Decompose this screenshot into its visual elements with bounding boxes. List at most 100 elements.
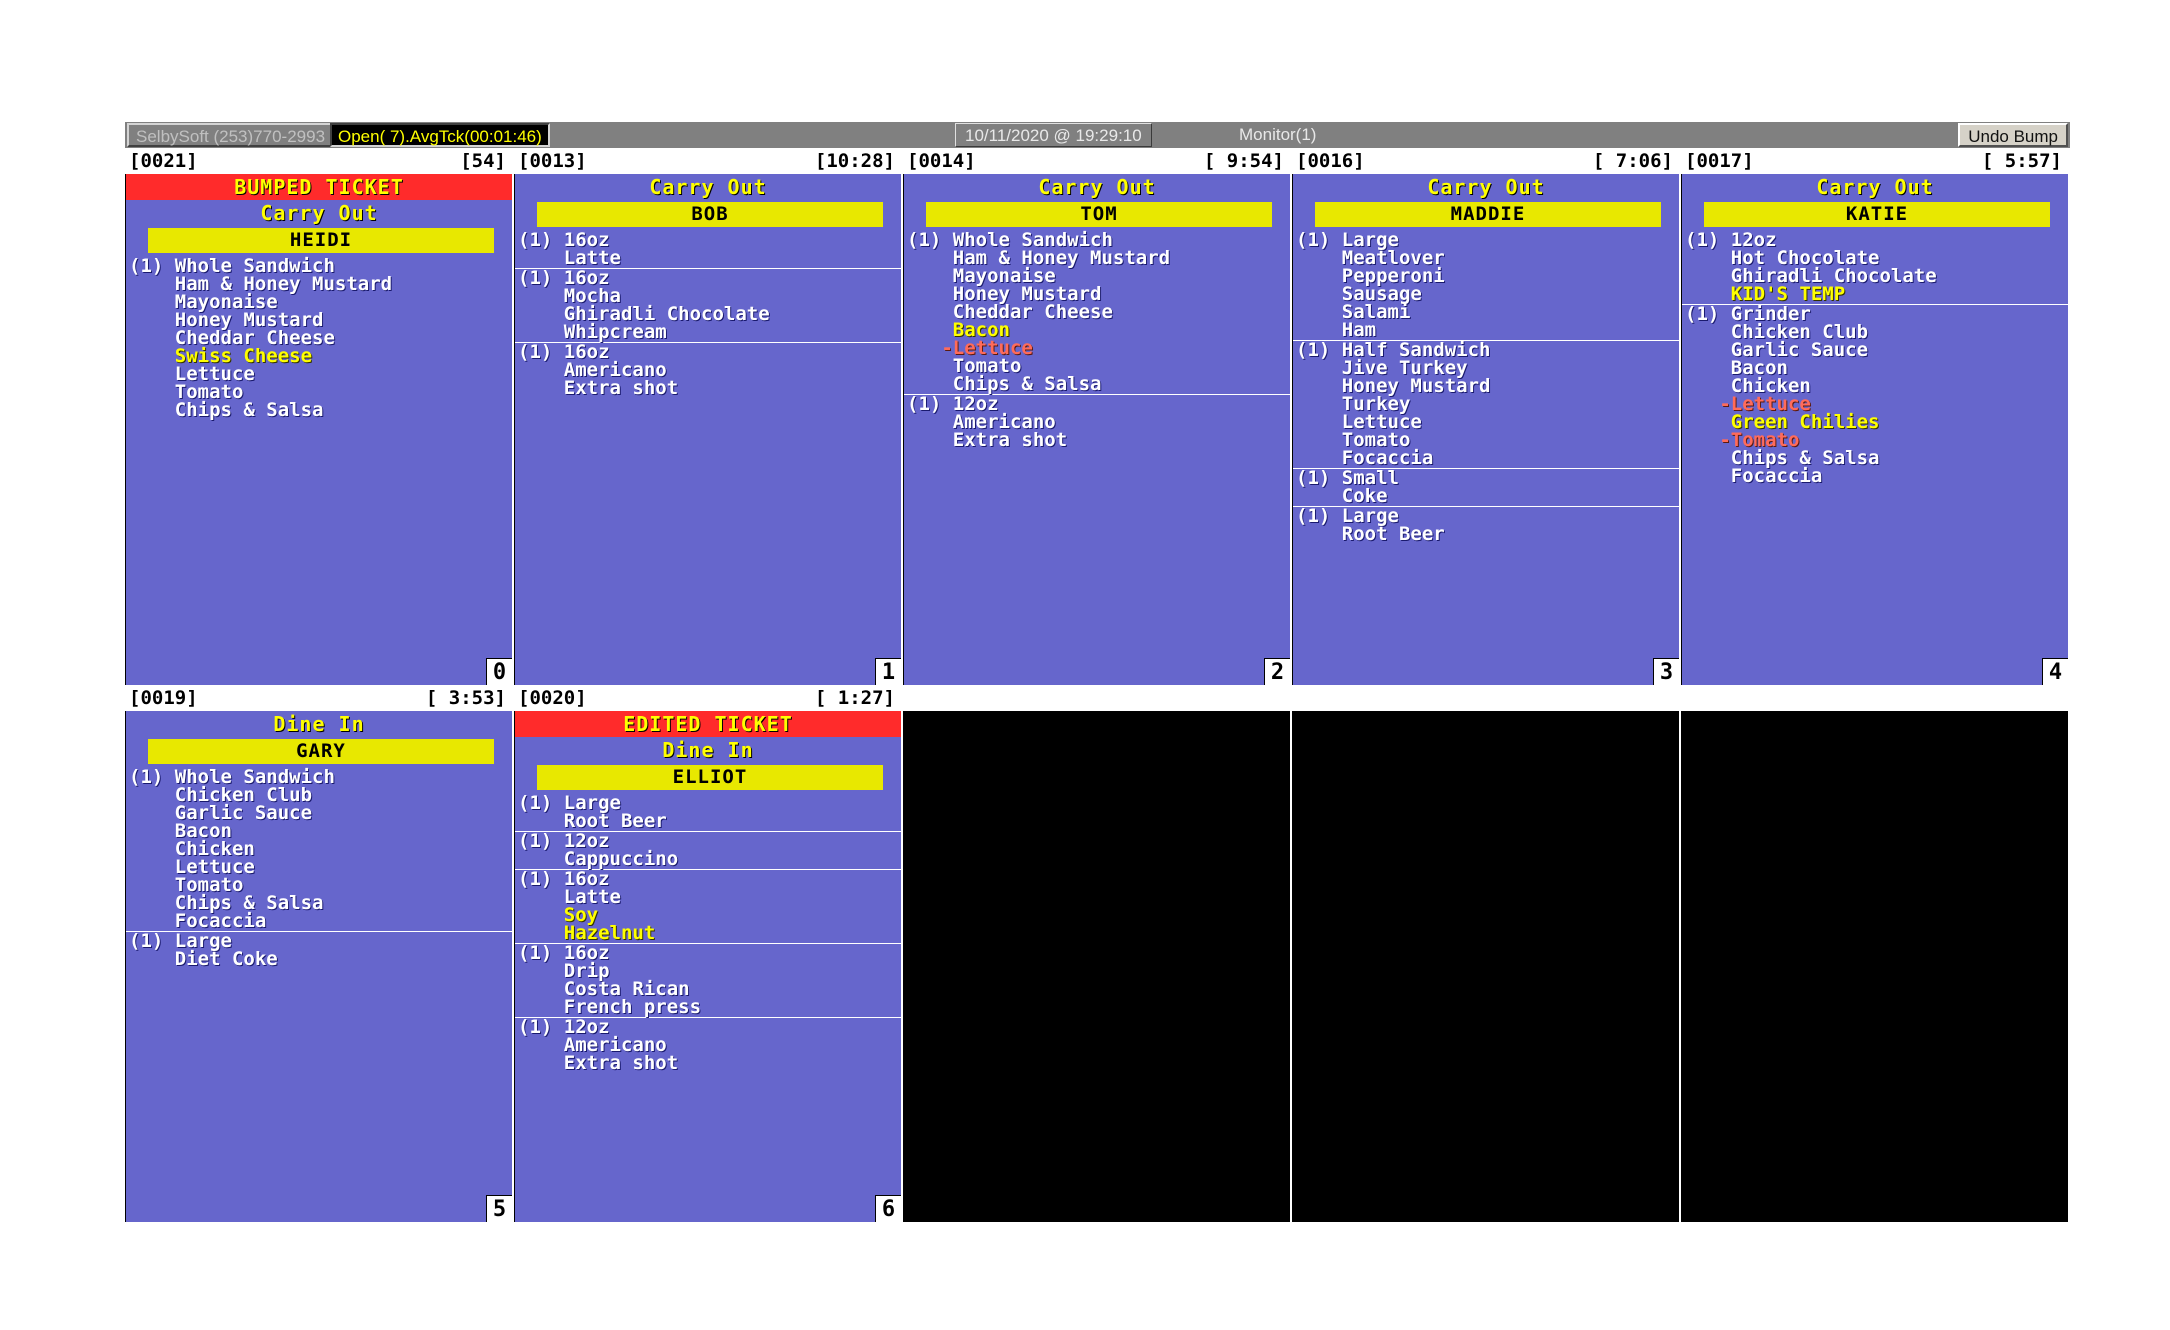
order-item[interactable]: (1) Large Diet Coke	[126, 932, 512, 969]
undo-bump-button[interactable]: Undo Bump	[1958, 123, 2068, 147]
ticket-header: [0019] [ 3:53]	[125, 685, 512, 711]
ticket-position-badge[interactable]: 3	[1653, 658, 1679, 685]
order-item[interactable]: (1) 16oz Mocha Ghiradli Chocolate Whipcr…	[515, 269, 901, 343]
service-type-label: Dine In	[662, 738, 754, 762]
order-item[interactable]: (1) Large Root Beer	[515, 794, 901, 832]
order-item-modifier: Extra shot	[907, 429, 1068, 451]
ticket-position-badge[interactable]: 2	[1264, 658, 1290, 685]
order-item[interactable]: (1) 16oz Drip Costa Rican French press	[515, 944, 901, 1018]
order-item-modifier: Root Beer	[518, 810, 667, 832]
ticket-timer: [10:28]	[814, 150, 895, 172]
order-item[interactable]: (1) 12oz Americano Extra shot	[904, 395, 1290, 450]
ticket-body: Carry Out KATIE (1) 12oz Hot Chocolate Ghi…	[1681, 174, 2068, 685]
order-item[interactable]: (1) 12oz Cappuccino	[515, 832, 901, 870]
ticket-timer: [ 1:27]	[814, 687, 895, 709]
ticket-position-badge[interactable]: 0	[486, 658, 512, 685]
open-tickets-stats[interactable]: Open( 7).AvgTck(00:01:46)	[330, 123, 550, 147]
ticket-card[interactable]: [0014] [ 9:54] Carry Out TOM (1) Whole Sandw…	[903, 148, 1292, 685]
ticket-card[interactable]: [0017] [ 5:57] Carry Out KATIE (1) 12oz Hot …	[1681, 148, 2070, 685]
order-item-modifier: Ham	[1296, 319, 1377, 341]
order-item[interactable]: (1) 16oz Americano Extra shot	[515, 343, 901, 398]
ticket-header: [0021] [54]	[125, 148, 512, 174]
order-item-modifier: Focaccia	[129, 910, 267, 932]
ticket-card[interactable]: [0016] [ 7:06] Carry Out MADDIE (1) Large Me…	[1292, 148, 1681, 685]
service-type-label: Carry Out	[260, 201, 378, 225]
ticket-header: [0016] [ 7:06]	[1292, 148, 1679, 174]
ticket-position-badge[interactable]: 4	[2042, 658, 2068, 685]
order-item-modifier: KID'S TEMP	[1685, 283, 1846, 305]
order-item[interactable]: (1) 12oz Americano Extra shot	[515, 1018, 901, 1073]
ticket-number: [0014]	[907, 150, 976, 172]
order-item-modifier: Chips & Salsa	[129, 399, 324, 421]
order-item-list: (1) 12oz Hot Chocolate Ghiradli Chocolat…	[1682, 231, 2068, 486]
order-item-modifier: Chips & Salsa	[907, 373, 1102, 395]
ticket-grid: [0021] [54] BUMPED TICKET Carry Out HEIDI (1)…	[125, 148, 2070, 1222]
order-item[interactable]: (1) Whole Sandwich Ham & Honey Mustard M…	[126, 257, 512, 420]
order-item-modifier: Cappuccino	[518, 848, 679, 870]
ticket-slot-empty	[903, 685, 1292, 1222]
ticket-body	[903, 711, 1290, 1222]
ticket-header: [0020] [ 1:27]	[514, 685, 901, 711]
clock-display: 10/11/2020 @ 19:29:10	[955, 123, 1152, 147]
service-type-label: Carry Out	[1816, 175, 1934, 199]
order-item[interactable]: (1) Large Meatlover Pepperoni Sausage Sa…	[1293, 231, 1679, 341]
ticket-body: BUMPED TICKET Carry Out HEIDI (1) Whole San…	[125, 174, 512, 685]
customer-name-bar: TOM	[926, 202, 1272, 227]
ticket-number: [0013]	[518, 150, 587, 172]
order-item[interactable]: (1) Half Sandwich Jive Turkey Honey Must…	[1293, 341, 1679, 469]
order-item-modifier: Extra shot	[518, 377, 679, 399]
order-item[interactable]: (1) 12oz Hot Chocolate Ghiradli Chocolat…	[1682, 231, 2068, 305]
ticket-card[interactable]: [0019] [ 3:53] Dine In GARY (1) Whole Sandwi…	[125, 685, 514, 1222]
order-item-modifier: Whipcream	[518, 321, 667, 343]
ticket-number: [0017]	[1685, 150, 1754, 172]
ticket-number: [0019]	[129, 687, 198, 709]
ticket-position-badge[interactable]: 5	[486, 1195, 512, 1222]
customer-name-bar: GARY	[148, 739, 494, 764]
ticket-timer: [ 3:53]	[425, 687, 506, 709]
ticket-timer: [54]	[460, 150, 506, 172]
ticket-card[interactable]: [0020] [ 1:27] EDITED TICKET Dine In ELLIOT (…	[514, 685, 903, 1222]
order-item-list: (1) 16oz Latte (1) 16oz Mocha Ghiradli Ch…	[515, 231, 901, 398]
customer-name-bar: ELLIOT	[537, 765, 883, 790]
order-item[interactable]: (1) 16oz Latte	[515, 231, 901, 269]
order-item[interactable]: (1) Small Coke	[1293, 469, 1679, 507]
ticket-number: [0021]	[129, 150, 198, 172]
order-item[interactable]: (1) Whole Sandwich Ham & Honey Mustard M…	[904, 231, 1290, 395]
service-type-label: Carry Out	[1038, 175, 1156, 199]
ticket-status-banner: BUMPED TICKET	[126, 174, 512, 200]
ticket-timer: [ 5:57]	[1981, 150, 2062, 172]
order-item-list: (1) Large Meatlover Pepperoni Sausage Sa…	[1293, 231, 1679, 544]
customer-name-bar: KATIE	[1704, 202, 2050, 227]
ticket-timer: [ 7:06]	[1592, 150, 1673, 172]
ticket-position-badge[interactable]: 6	[875, 1195, 901, 1222]
order-item-modifier: Root Beer	[1296, 523, 1445, 545]
order-item[interactable]: (1) Whole Sandwich Chicken Club Garlic S…	[126, 768, 512, 932]
ticket-header: [0013] [10:28]	[514, 148, 901, 174]
customer-name-bar: BOB	[537, 202, 883, 227]
customer-name-bar: HEIDI	[148, 228, 494, 253]
company-info-button[interactable]: SelbySoft (253)770-2993	[127, 123, 335, 147]
order-item[interactable]: (1) Grinder Chicken Club Garlic Sauce Ba…	[1682, 305, 2068, 486]
ticket-card[interactable]: [0013] [10:28] Carry Out BOB (1) 16oz Latte(…	[514, 148, 903, 685]
order-item[interactable]: (1) 16oz Latte Soy Hazelnut	[515, 870, 901, 944]
ticket-body: Dine In GARY (1) Whole Sandwich Chicken Cl…	[125, 711, 512, 1222]
ticket-position-badge[interactable]: 1	[875, 658, 901, 685]
ticket-card[interactable]: [0021] [54] BUMPED TICKET Carry Out HEIDI (1)…	[125, 148, 514, 685]
order-item-modifier: Focaccia	[1296, 447, 1434, 469]
ticket-timer: [ 9:54]	[1203, 150, 1284, 172]
ticket-header: [0014] [ 9:54]	[903, 148, 1290, 174]
ticket-body: Carry Out BOB (1) 16oz Latte (1) 16oz Mocha…	[514, 174, 901, 685]
service-type-label: Carry Out	[649, 175, 767, 199]
service-type-label: Dine In	[273, 712, 365, 736]
order-item-modifier: Latte	[518, 247, 621, 269]
ticket-slot-empty	[1292, 685, 1681, 1222]
top-toolbar: SelbySoft (253)770-2993 Open( 7).AvgTck(…	[125, 122, 2070, 148]
ticket-body: Carry Out TOM (1) Whole Sandwich Ham & Hon…	[903, 174, 1290, 685]
order-item-modifier: Extra shot	[518, 1052, 679, 1074]
ticket-status-banner: EDITED TICKET	[515, 711, 901, 737]
order-item-modifier: Hazelnut	[518, 922, 656, 944]
ticket-slot-empty	[1681, 685, 2070, 1222]
order-item[interactable]: (1) Large Root Beer	[1293, 507, 1679, 544]
order-item-list: (1) Whole Sandwich Ham & Honey Mustard M…	[126, 257, 512, 420]
service-type-label: Carry Out	[1427, 175, 1545, 199]
